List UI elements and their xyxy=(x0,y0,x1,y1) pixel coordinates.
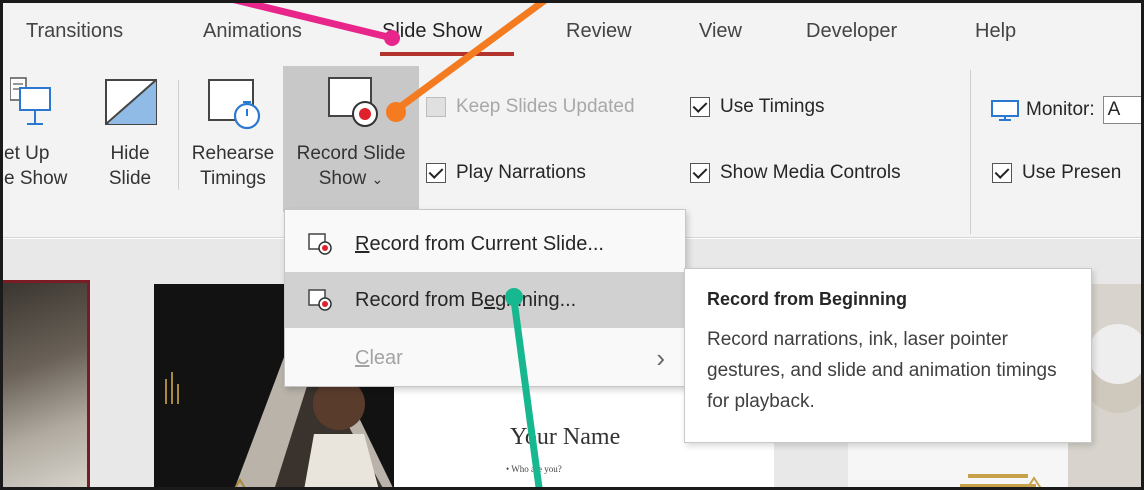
use-presenter-view-option[interactable]: Use Presen xyxy=(992,162,1121,184)
active-tab-indicator xyxy=(380,52,514,56)
record-icon xyxy=(308,289,332,311)
rehearse-timings-label-2: Timings xyxy=(200,168,266,189)
hide-slide-button[interactable]: Hide Slide xyxy=(92,72,168,212)
show-media-controls-label: Show Media Controls xyxy=(720,162,901,183)
play-narrations-checkbox[interactable] xyxy=(426,163,446,183)
slide-subtitle: • Who are you? xyxy=(506,464,562,474)
menu-item-clear[interactable]: Clear › xyxy=(285,330,685,386)
stopwatch-icon xyxy=(208,79,261,130)
play-narrations-label: Play Narrations xyxy=(456,162,586,183)
menu-item-clear-label: Clear xyxy=(355,346,403,369)
menu-item-record-from-current[interactable]: Record from Current Slide... xyxy=(285,216,685,272)
rehearse-timings-button[interactable]: Rehearse Timings xyxy=(186,72,280,212)
record-slide-show-menu: Record from Current Slide... Record from… xyxy=(284,209,686,387)
chevron-down-icon: ⌄ xyxy=(371,171,384,187)
tooltip-body: Record narrations, ink, laser pointer ge… xyxy=(707,329,1057,412)
set-up-slide-show-label-2: e Show xyxy=(4,168,68,189)
monitor-label: Monitor: xyxy=(1026,99,1095,120)
keep-slides-updated-label: Keep Slides Updated xyxy=(456,96,635,117)
hide-slide-label-1: Hide xyxy=(110,143,150,164)
tab-developer[interactable]: Developer xyxy=(806,20,897,43)
hide-slide-label-2: Slide xyxy=(108,168,152,189)
keep-slides-updated-option: Keep Slides Updated xyxy=(426,96,635,118)
menu-item-record-from-beginning-label: Record from Beginning... xyxy=(355,288,577,311)
show-media-controls-option[interactable]: Show Media Controls xyxy=(690,162,901,184)
chevron-right-icon: › xyxy=(656,342,665,373)
ribbon-separator xyxy=(178,80,179,190)
record-icon xyxy=(308,233,332,255)
slide-title: Your Name xyxy=(510,424,621,450)
use-presenter-view-checkbox[interactable] xyxy=(992,163,1012,183)
slide-thumbnail-left[interactable] xyxy=(0,280,90,490)
menu-item-record-from-beginning[interactable]: Record from Beginning... xyxy=(285,272,685,328)
tab-help[interactable]: Help xyxy=(975,20,1016,43)
record-slide-show-icon xyxy=(328,77,378,127)
tab-slide-show[interactable]: Slide Show xyxy=(382,20,482,43)
keep-slides-updated-checkbox xyxy=(426,97,446,117)
ribbon-tab-bar: Transitions Animations Slide Show Review… xyxy=(0,0,1144,62)
monitor-dropdown[interactable]: A xyxy=(1102,96,1143,124)
play-narrations-option[interactable]: Play Narrations xyxy=(426,162,586,184)
slide-thumbnail-image xyxy=(0,283,87,490)
record-slide-show-label-2: Show ⌄ xyxy=(318,168,384,189)
record-slide-show-button[interactable]: Record Slide Show ⌄ xyxy=(283,66,419,212)
monitor-icon xyxy=(991,100,1019,121)
show-media-controls-checkbox[interactable] xyxy=(690,163,710,183)
monitor-selector[interactable]: Monitor: A xyxy=(990,96,1143,124)
use-timings-option[interactable]: Use Timings xyxy=(690,96,825,118)
use-timings-label: Use Timings xyxy=(720,96,825,117)
use-presenter-view-label: Use Presen xyxy=(1022,162,1122,183)
tab-view[interactable]: View xyxy=(699,20,742,43)
tab-transitions[interactable]: Transitions xyxy=(26,20,123,43)
tab-review[interactable]: Review xyxy=(566,20,632,43)
set-up-slide-show-icon xyxy=(9,77,51,125)
menu-item-record-from-current-label: Record from Current Slide... xyxy=(355,232,604,255)
set-up-slide-show-button[interactable]: et Up e Show xyxy=(0,72,86,212)
tooltip-record-from-beginning: Record from Beginning Record narrations,… xyxy=(684,268,1092,443)
hide-slide-icon xyxy=(105,79,157,125)
tooltip-title: Record from Beginning xyxy=(707,289,908,309)
tab-animations[interactable]: Animations xyxy=(203,20,302,43)
use-timings-checkbox[interactable] xyxy=(690,97,710,117)
set-up-slide-show-label-1: et Up xyxy=(4,143,50,164)
ribbon-separator xyxy=(970,70,971,234)
record-slide-show-label-1: Record Slide xyxy=(296,143,406,164)
rehearse-timings-label-1: Rehearse xyxy=(191,143,275,164)
